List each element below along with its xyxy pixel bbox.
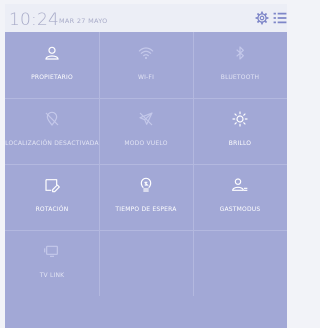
tile-propietario[interactable]: PROPIETARIO — [5, 32, 99, 98]
tv-link-icon — [44, 245, 58, 257]
tile-tiempo-espera[interactable]: TIEMPO DE ESPERA — [99, 164, 193, 230]
tile-localizacion[interactable]: LOCALIZACIÓN DESACTIVADA — [5, 98, 99, 164]
guest-user-icon — [232, 178, 248, 191]
gear-icon[interactable] — [255, 11, 269, 25]
quick-settings-grid: PROPIETARIO WI-FI BLUETOOTH LOCALIZACIÓN… — [5, 32, 287, 328]
tile-label: PROPIETARIO — [31, 74, 73, 81]
tile-label: WI-FI — [137, 74, 155, 81]
location-off-icon — [45, 111, 59, 126]
list-menu-icon[interactable] — [273, 11, 287, 25]
user-icon — [45, 46, 59, 60]
tile-bluetooth[interactable]: BLUETOOTH — [193, 32, 287, 98]
tile-label: MODO VUELO — [124, 140, 168, 147]
tile-tv-link[interactable]: TV LINK — [5, 230, 99, 296]
sleep-timer-icon — [140, 177, 152, 192]
tile-rotacion[interactable]: ROTACIÓN — [5, 164, 99, 230]
quick-settings-panel: 10:24 MAR 27 MAYO PROPIETARIO WI-FI BLUE… — [5, 4, 287, 328]
tile-label: TIEMPO DE ESPERA — [115, 206, 177, 213]
tile-label: BLUETOOTH — [220, 74, 260, 81]
tile-gastmodus[interactable]: GASTMODUS — [193, 164, 287, 230]
tile-label: TV LINK — [39, 272, 65, 279]
tile-wifi[interactable]: WI-FI — [99, 32, 193, 98]
wifi-icon — [138, 47, 154, 60]
tile-label: LOCALIZACIÓN DESACTIVADA — [5, 140, 99, 147]
brightness-icon — [232, 111, 248, 127]
tile-label: GASTMODUS — [219, 206, 261, 213]
bluetooth-icon — [236, 46, 244, 60]
tile-label: BRILLO — [228, 140, 252, 147]
rotation-icon — [45, 179, 60, 193]
clock-time: 10:24 — [9, 10, 59, 30]
clock-date: MAR 27 MAYO — [59, 17, 108, 25]
status-bar: 10:24 MAR 27 MAYO — [5, 4, 287, 32]
tile-brillo[interactable]: BRILLO — [193, 98, 287, 164]
tile-modo-vuelo[interactable]: MODO VUELO — [99, 98, 193, 164]
airplane-icon — [139, 112, 153, 126]
tile-label: ROTACIÓN — [35, 206, 69, 213]
